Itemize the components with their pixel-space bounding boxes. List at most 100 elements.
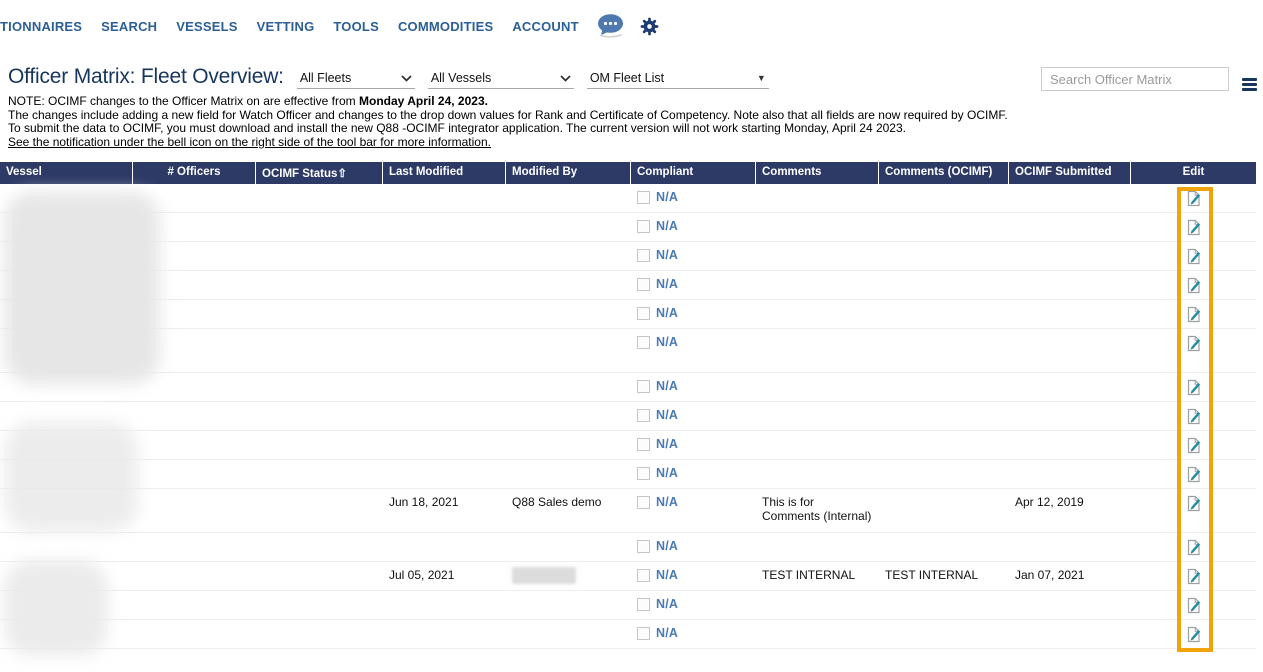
nav-item-vetting[interactable]: VETTING xyxy=(257,19,315,34)
cell-last_modified xyxy=(383,402,506,430)
cell-compliant: N/A xyxy=(631,213,756,241)
compliant-checkbox[interactable] xyxy=(637,307,650,320)
compliant-checkbox[interactable] xyxy=(637,627,650,640)
edit-button[interactable] xyxy=(1186,597,1202,614)
column-header-vessel[interactable]: Vessel xyxy=(0,162,133,184)
cell-compliant: N/A xyxy=(631,533,756,561)
compliant-checkbox[interactable] xyxy=(637,438,650,451)
edit-button[interactable] xyxy=(1186,190,1202,207)
cell-modified_by xyxy=(506,620,631,648)
cell-compliant: N/A xyxy=(631,184,756,212)
cell-modified_by xyxy=(506,300,631,328)
cell-edit xyxy=(1131,300,1256,328)
column-header-compliant[interactable]: Compliant xyxy=(631,162,756,184)
compliant-checkbox[interactable] xyxy=(637,540,650,553)
sort-ascending-icon: ⇧ xyxy=(337,168,347,180)
cell-officers xyxy=(133,533,256,561)
compliant-checkbox[interactable] xyxy=(637,191,650,204)
column-header-comments_ocimf[interactable]: Comments (OCIMF) xyxy=(879,162,1009,184)
edit-button[interactable] xyxy=(1186,495,1202,512)
cell-comments: TEST INTERNAL xyxy=(756,562,879,590)
top-navigation: TIONNAIRES SEARCH VESSELS VETTING TOOLS … xyxy=(0,13,659,39)
cell-comments: This is for Comments (Internal) xyxy=(756,489,879,532)
edit-button[interactable] xyxy=(1186,437,1202,454)
table-row: Jun 18, 2021Q88 Sales demoN/AThis is for… xyxy=(0,489,1256,533)
column-header-ocimf_submitted[interactable]: OCIMF Submitted xyxy=(1009,162,1131,184)
column-header-ocimf_status[interactable]: OCIMF Status⇧ xyxy=(256,162,383,184)
cell-edit xyxy=(1131,373,1256,401)
cell-compliant: N/A xyxy=(631,242,756,270)
table-row: N/A xyxy=(0,300,1256,329)
table-row: N/A xyxy=(0,620,1256,649)
compliant-checkbox[interactable] xyxy=(637,380,650,393)
cell-vessel xyxy=(0,533,133,561)
nav-item-questionnaires[interactable]: TIONNAIRES xyxy=(0,19,82,34)
notice-line-2: The changes include adding a new field f… xyxy=(8,109,1008,123)
fleet-filter-select[interactable]: All Fleets xyxy=(297,71,415,89)
nav-item-commodities[interactable]: COMMODITIES xyxy=(398,19,493,34)
cell-edit xyxy=(1131,431,1256,459)
cell-modified_by xyxy=(506,184,631,212)
menu-icon[interactable] xyxy=(1242,78,1257,93)
list-filter-select[interactable]: OM Fleet List ▼ xyxy=(587,71,769,89)
chevron-down-icon xyxy=(401,75,412,82)
chat-bubble-icon[interactable] xyxy=(596,13,626,39)
compliant-checkbox[interactable] xyxy=(637,278,650,291)
nav-item-account[interactable]: ACCOUNT xyxy=(512,19,578,34)
cell-ocimf_submitted xyxy=(1009,300,1131,328)
cell-ocimf_status xyxy=(256,213,383,241)
compliant-checkbox[interactable] xyxy=(637,598,650,611)
cell-compliant: N/A xyxy=(631,591,756,619)
table-row: N/A xyxy=(0,213,1256,242)
cell-edit xyxy=(1131,242,1256,270)
cell-officers xyxy=(133,489,256,532)
notice-line-1: NOTE: OCIMF changes to the Officer Matri… xyxy=(8,95,1008,109)
nav-item-vessels[interactable]: VESSELS xyxy=(176,19,237,34)
edit-button[interactable] xyxy=(1186,248,1202,265)
compliant-value: N/A xyxy=(656,495,678,509)
compliant-checkbox[interactable] xyxy=(637,409,650,422)
cell-officers xyxy=(133,402,256,430)
column-header-modified_by[interactable]: Modified By xyxy=(506,162,631,184)
cell-edit xyxy=(1131,271,1256,299)
compliant-checkbox[interactable] xyxy=(637,249,650,262)
edit-button[interactable] xyxy=(1186,626,1202,643)
cell-modified_by xyxy=(506,242,631,270)
column-header-last_modified[interactable]: Last Modified xyxy=(383,162,506,184)
blurred-vessel-names xyxy=(4,422,138,532)
vessel-filter-select[interactable]: All Vessels xyxy=(428,71,574,89)
cell-comments_ocimf xyxy=(879,402,1009,430)
cell-last_modified xyxy=(383,373,506,401)
edit-button[interactable] xyxy=(1186,466,1202,483)
column-header-officers[interactable]: # Officers xyxy=(133,162,256,184)
nav-item-tools[interactable]: TOOLS xyxy=(333,19,379,34)
compliant-value: N/A xyxy=(656,539,678,553)
edit-button[interactable] xyxy=(1186,277,1202,294)
edit-button[interactable] xyxy=(1186,568,1202,585)
compliant-value: N/A xyxy=(656,190,678,204)
edit-button[interactable] xyxy=(1186,335,1202,352)
edit-button[interactable] xyxy=(1186,379,1202,396)
cell-last_modified xyxy=(383,533,506,561)
cell-modified_by xyxy=(506,591,631,619)
compliant-checkbox[interactable] xyxy=(637,569,650,582)
edit-button[interactable] xyxy=(1186,219,1202,236)
compliant-checkbox[interactable] xyxy=(637,220,650,233)
gear-icon[interactable] xyxy=(640,17,659,36)
edit-button[interactable] xyxy=(1186,539,1202,556)
compliant-checkbox[interactable] xyxy=(637,496,650,509)
compliant-value: N/A xyxy=(656,335,678,349)
cell-ocimf_status xyxy=(256,329,383,372)
column-header-comments[interactable]: Comments xyxy=(756,162,879,184)
edit-button[interactable] xyxy=(1186,306,1202,323)
table-row: N/A xyxy=(0,460,1256,489)
cell-officers xyxy=(133,620,256,648)
nav-item-search[interactable]: SEARCH xyxy=(101,19,157,34)
column-header-edit[interactable]: Edit xyxy=(1131,162,1256,184)
compliant-checkbox[interactable] xyxy=(637,467,650,480)
page-title: Officer Matrix: Fleet Overview: xyxy=(8,64,284,90)
cell-edit xyxy=(1131,562,1256,590)
edit-button[interactable] xyxy=(1186,408,1202,425)
search-input[interactable] xyxy=(1048,71,1228,88)
compliant-checkbox[interactable] xyxy=(637,336,650,349)
